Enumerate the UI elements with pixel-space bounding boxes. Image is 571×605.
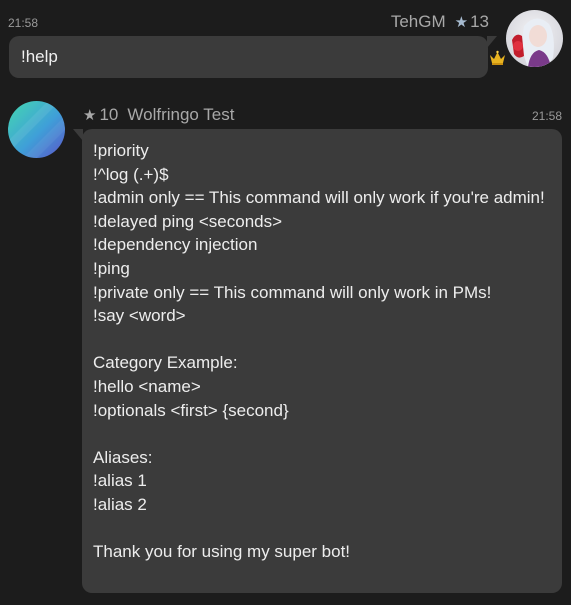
message-line: !ping xyxy=(93,258,130,278)
message-line: !optionals <first> {second} xyxy=(93,400,289,420)
incoming-timestamp: 21:58 xyxy=(531,109,562,123)
outgoing-message-text: !help xyxy=(21,47,58,66)
user-avatar-image xyxy=(506,10,563,67)
message-line: !admin only == This command will only wo… xyxy=(93,188,545,208)
incoming-username[interactable]: Wolfringo Test xyxy=(127,105,234,125)
message-line: !alias 1 xyxy=(93,471,147,491)
message-line xyxy=(93,517,552,541)
crown-icon xyxy=(490,50,505,65)
outgoing-message-bubble[interactable]: !help xyxy=(9,36,497,78)
message-line: !alias 2 xyxy=(93,494,147,514)
star-icon: ★ xyxy=(454,13,469,31)
message-line: Aliases: xyxy=(93,447,153,467)
message-line: !say <word> xyxy=(93,306,186,326)
level-badge: ★ 13 xyxy=(455,12,489,32)
message-line: !priority xyxy=(93,141,149,160)
message-line xyxy=(93,328,552,352)
message-line: !delayed ping <seconds> xyxy=(93,211,283,231)
incoming-sender-header[interactable]: ★ 10 Wolfringo Test xyxy=(83,105,234,125)
incoming-message-bubble[interactable]: !priority !^log (.+)$ !admin only == Thi… xyxy=(73,129,562,593)
message-line: !private only == This command will only … xyxy=(93,282,492,302)
message-line: !^log (.+)$ xyxy=(93,164,169,184)
message-line: Thank you for using my super bot! xyxy=(93,542,351,562)
outgoing-timestamp: 21:58 xyxy=(8,16,39,30)
message-line: !dependency injection xyxy=(93,235,258,255)
bot-avatar-image xyxy=(8,101,65,158)
star-icon: ★ xyxy=(83,106,97,124)
incoming-level: 10 xyxy=(99,105,119,124)
chat-view: 21:58 TehGM ★ 13 !help ★ 10 Wolfringo Te… xyxy=(0,0,571,605)
bot-avatar[interactable] xyxy=(8,101,65,158)
message-line: !hello <name> xyxy=(93,376,201,396)
message-line: Category Example: xyxy=(93,353,238,373)
message-line xyxy=(93,422,552,446)
outgoing-sender-header[interactable]: TehGM ★ 13 xyxy=(391,12,489,32)
user-avatar[interactable] xyxy=(506,10,563,67)
outgoing-level: 13 xyxy=(470,12,489,31)
outgoing-username[interactable]: TehGM xyxy=(391,12,446,32)
